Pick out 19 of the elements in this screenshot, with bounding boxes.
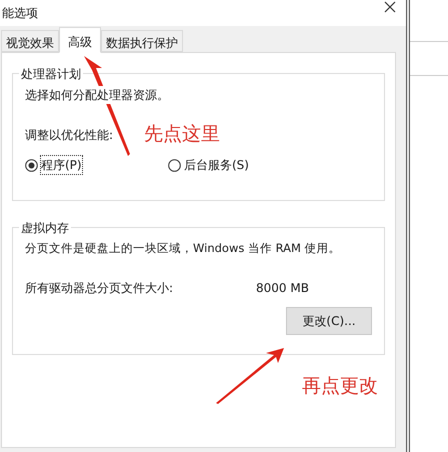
field-label: 调整以优化性能:	[25, 127, 114, 144]
window-title: 能选项	[2, 5, 38, 22]
arrow	[214, 347, 286, 405]
annotation-text: 再点更改	[302, 374, 378, 399]
annotation-text: 先点这里	[144, 122, 220, 147]
radio-option[interactable]: 后台服务(S)	[168, 156, 249, 174]
change-button[interactable]: 更改(C)...	[286, 307, 372, 336]
group-title: 处理器计划	[19, 65, 83, 83]
tab[interactable]: 视觉效果	[1, 30, 59, 52]
close-icon[interactable]	[384, 1, 396, 13]
size-value: 8000 MB	[256, 280, 309, 298]
group-title: 虚拟内存	[19, 219, 71, 237]
radio-button[interactable]	[168, 158, 181, 172]
radio-option[interactable]: 程序(P)	[25, 156, 168, 174]
field-label: 所有驱动器总分页文件大小:	[25, 280, 174, 298]
tab[interactable]: 数据执行保护	[101, 30, 183, 52]
radio-button[interactable]	[25, 158, 38, 172]
tab[interactable]: 高级	[59, 27, 101, 53]
description: 分页文件是硬盘上的一块区域，Windows 当作 RAM 使用。	[25, 240, 342, 257]
